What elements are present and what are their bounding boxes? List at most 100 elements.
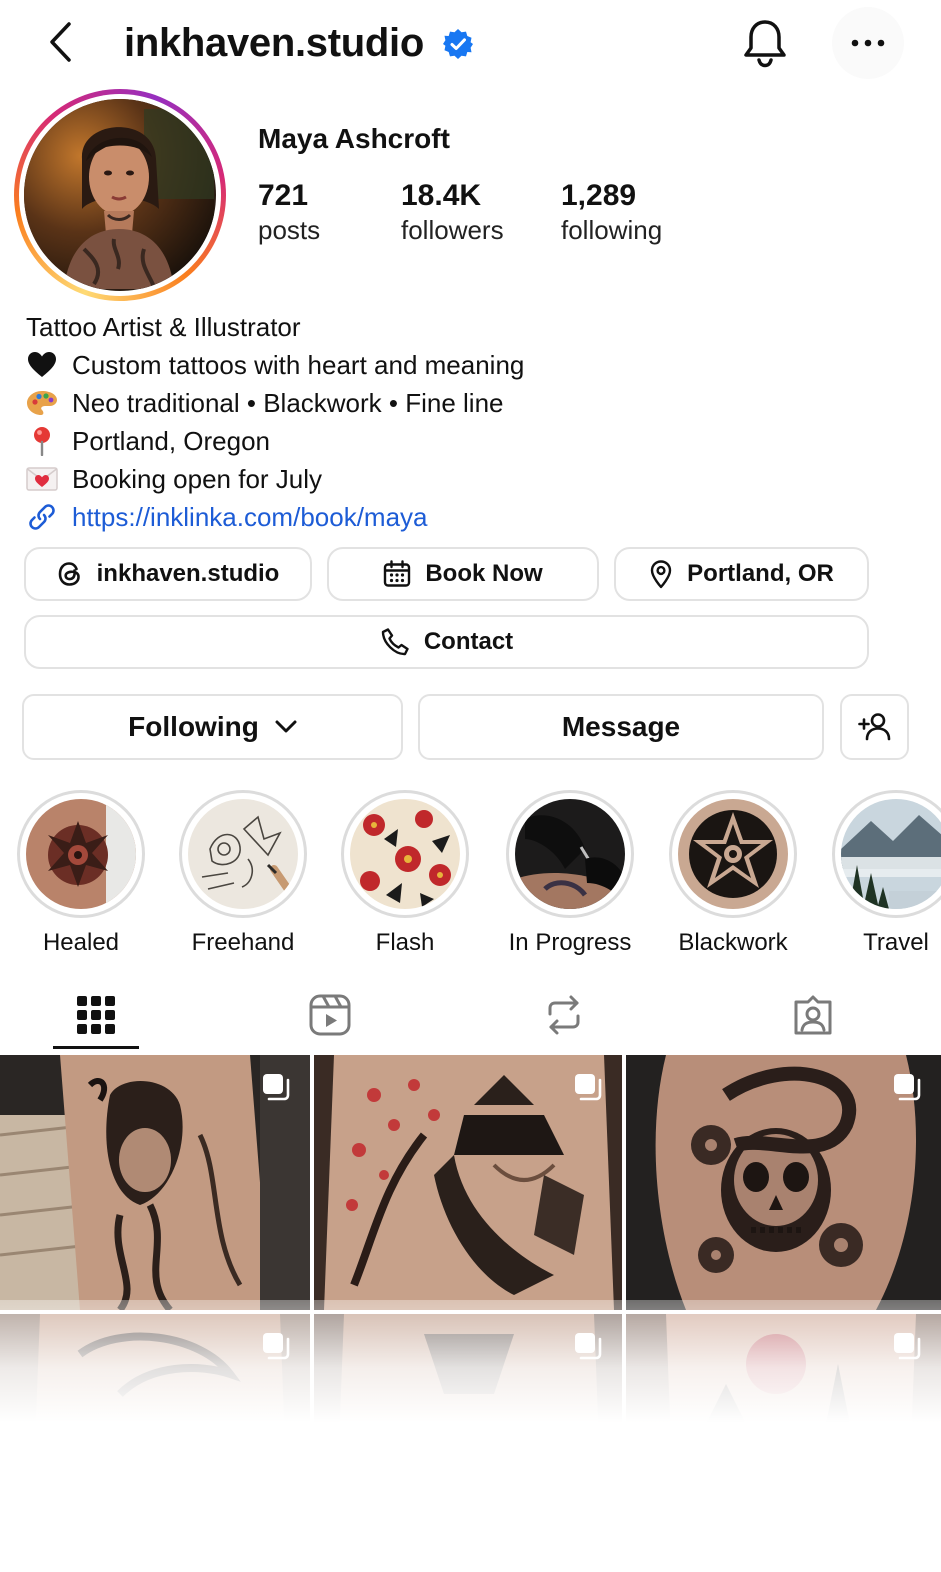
contact-chip-label: Contact [423, 628, 514, 655]
tagged-icon [794, 995, 832, 1035]
profile-tabs [0, 980, 941, 1054]
tab-reposts[interactable] [521, 980, 607, 1050]
verified-badge-icon [443, 29, 473, 59]
tab-grid[interactable] [53, 980, 139, 1050]
highlight-ring [179, 790, 307, 918]
bio: Tattoo Artist & Illustrator Custom tatto… [26, 308, 926, 536]
threads-icon [58, 562, 80, 586]
top-bar: inkhaven.studio [0, 0, 941, 86]
avatar-gap [19, 94, 221, 296]
avatar-portrait-image [24, 99, 214, 289]
highlight-cover-image [678, 799, 788, 909]
back-button[interactable] [40, 18, 80, 66]
pin-icon [26, 425, 58, 457]
bio-line: Neo traditional • Blackwork • Fine line [26, 384, 926, 422]
highlight-freehand[interactable]: Freehand [178, 790, 308, 958]
stat-posts[interactable]: 721 posts [258, 178, 320, 246]
highlight-cover-image [188, 799, 298, 909]
bio-title: Tattoo Artist & Illustrator [26, 312, 301, 342]
highlight-ring [669, 790, 797, 918]
highlight-label: Freehand [191, 929, 295, 956]
back-arrow-icon [50, 22, 71, 62]
carousel-icon [263, 1074, 290, 1101]
profile-handle: inkhaven.studio [124, 21, 424, 65]
bio-line: Custom tattoos with heart and meaning [26, 346, 926, 384]
bell-icon [744, 20, 786, 68]
bio-link-row[interactable]: https://inklinka.com/book/maya [26, 498, 926, 536]
tab-tagged[interactable] [770, 980, 856, 1050]
highlight-label: Travel [863, 929, 929, 956]
highlight-label: Blackwork [678, 929, 788, 956]
palette-icon [26, 387, 58, 419]
stat-posts-label: posts [258, 215, 321, 245]
highlight-ring [17, 790, 145, 918]
highlight-cover-image [26, 799, 136, 909]
book-now-chip[interactable]: Book Now [327, 547, 599, 601]
display-name: Maya Ashcroft [258, 123, 450, 154]
bio-line-text: Custom tattoos with heart and meaning [72, 350, 525, 380]
more-horizontal-icon [851, 39, 885, 47]
bio-line-text: Portland, Oregon [72, 426, 271, 456]
active-tab-indicator [53, 1046, 139, 1049]
location-chip-label: Portland, OR [687, 560, 834, 587]
highlight-label: Flash [375, 929, 435, 956]
location-pin-icon [650, 560, 672, 589]
message-button-label: Message [561, 711, 681, 742]
add-person-icon [857, 713, 890, 741]
highlight-label: Healed [42, 929, 120, 956]
highlight-ring [506, 790, 634, 918]
highlight-ring [341, 790, 469, 918]
stat-following-label: following [561, 215, 663, 245]
bio-line-text: Neo traditional • Blackwork • Fine line [72, 388, 504, 418]
bio-line: Booking open for July [26, 460, 926, 498]
stat-followers-label: followers [401, 215, 504, 245]
bio-link[interactable]: https://inklinka.com/book/maya [72, 498, 428, 536]
stat-following[interactable]: 1,289 following [561, 178, 662, 246]
highlight-cover-image [515, 799, 625, 909]
more-options-button[interactable] [832, 7, 904, 79]
chevron-down-icon [275, 720, 297, 733]
following-button[interactable]: Following [22, 694, 403, 760]
calendar-icon [384, 560, 411, 587]
following-button-label: Following [128, 711, 259, 742]
carousel-icon [575, 1074, 602, 1101]
black-heart-icon [26, 349, 58, 381]
grid-post[interactable] [0, 1055, 310, 1310]
highlight-cover-image [350, 799, 460, 909]
bio-line-text: Booking open for July [72, 464, 323, 494]
notifications-button[interactable] [738, 16, 792, 70]
bottom-fade-overlay [0, 1300, 941, 1572]
location-chip[interactable]: Portland, OR [614, 547, 869, 601]
highlight-blackwork[interactable]: Blackwork [668, 790, 798, 958]
stat-posts-value: 721 [258, 179, 309, 212]
highlight-label: In Progress [508, 929, 632, 956]
grid-post[interactable] [626, 1055, 941, 1310]
highlight-healed[interactable]: Healed [16, 790, 146, 958]
highlight-flash[interactable]: Flash [340, 790, 470, 958]
carousel-icon [894, 1074, 921, 1101]
highlight-in-progress[interactable]: In Progress [505, 790, 635, 958]
phone-icon [381, 628, 409, 656]
bio-line: Portland, Oregon [26, 422, 926, 460]
stat-followers[interactable]: 18.4K followers [401, 178, 504, 246]
highlight-ring [832, 790, 941, 918]
book-now-chip-label: Book Now [425, 560, 543, 587]
contact-chip[interactable]: Contact [24, 615, 869, 669]
threads-chip-label: inkhaven.studio [96, 560, 280, 587]
avatar-story-ring[interactable] [14, 89, 226, 301]
tab-reels[interactable] [287, 980, 373, 1050]
threads-chip[interactable]: inkhaven.studio [24, 547, 312, 601]
grid-post[interactable] [314, 1055, 622, 1310]
avatar [24, 99, 216, 291]
highlight-cover-image [841, 799, 941, 909]
reels-icon [309, 994, 351, 1036]
stat-following-value: 1,289 [561, 179, 637, 212]
highlight-travel[interactable]: Travel [831, 790, 941, 958]
grid-icon [77, 996, 115, 1034]
link-icon [26, 501, 58, 533]
stat-followers-value: 18.4K [401, 179, 482, 212]
love-letter-icon [26, 463, 58, 495]
message-button[interactable]: Message [418, 694, 824, 760]
suggest-people-button[interactable] [840, 694, 909, 760]
reposts-icon [548, 995, 580, 1035]
